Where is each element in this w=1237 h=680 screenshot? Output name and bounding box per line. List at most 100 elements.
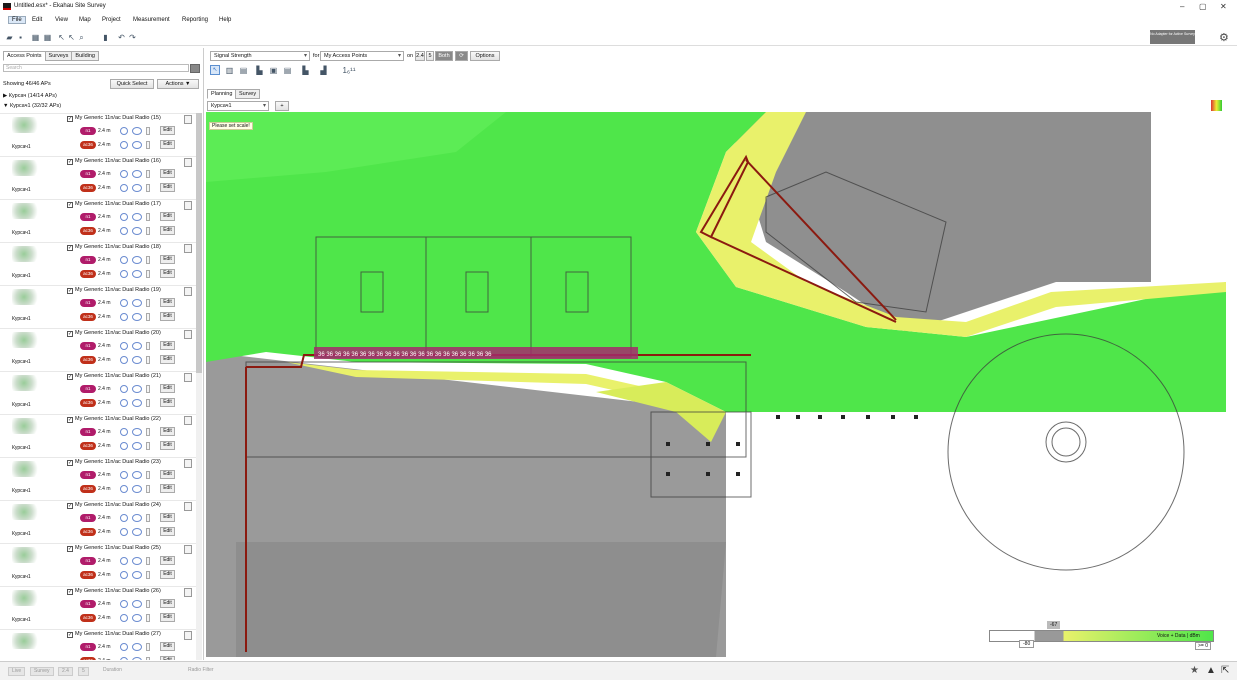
chart-icon[interactable]: ▮ <box>101 33 110 42</box>
select-tool-icon[interactable]: ↖ <box>210 65 220 75</box>
edit-button[interactable]: Edit <box>160 312 175 321</box>
radio-channel-badge[interactable]: n1 <box>80 514 96 522</box>
radio-channel-badge[interactable]: ac36 <box>80 184 96 192</box>
import-icon[interactable]: ▦ <box>31 33 40 42</box>
band-24-button[interactable]: 2.4 <box>415 51 425 61</box>
edit-button[interactable]: Edit <box>160 527 175 536</box>
left-scrollbar[interactable] <box>196 113 202 660</box>
radio-channel-badge[interactable]: n1 <box>80 127 96 135</box>
radio-channel-badge[interactable]: n1 <box>80 299 96 307</box>
access-point-item[interactable]: Курсач1 ✓ My Generic 11n/ac Dual Radio (15… <box>0 113 196 155</box>
ap-notes-icon[interactable] <box>184 502 192 511</box>
radio-channel-badge[interactable]: n1 <box>80 471 96 479</box>
ap-visible-checkbox[interactable]: ✓ <box>67 589 73 595</box>
group-kursach1[interactable]: ▼ Курсач1 (32/32 APs) <box>3 103 61 109</box>
zoom-out-icon[interactable]: ↖ <box>67 33 76 42</box>
wall-tool-icon[interactable]: ▥ <box>225 66 234 75</box>
radio-channel-badge[interactable]: n1 <box>80 256 96 264</box>
ap-visible-checkbox[interactable]: ✓ <box>67 331 73 337</box>
ap-tool-icon[interactable]: ▣ <box>269 66 278 75</box>
ap-visible-checkbox[interactable]: ✓ <box>67 202 73 208</box>
ap-visible-checkbox[interactable]: ✓ <box>67 374 73 380</box>
radio-channel-badge[interactable]: ac36 <box>80 270 96 278</box>
ap-notes-icon[interactable] <box>184 631 192 640</box>
measure-tool-icon[interactable]: ▙ <box>301 66 310 75</box>
undo-icon[interactable]: ↶ <box>117 33 126 42</box>
ap-notes-icon[interactable] <box>184 588 192 597</box>
ap-visible-checkbox[interactable]: ✓ <box>67 159 73 165</box>
access-point-item[interactable]: Курсач1 ✓ My Generic 11n/ac Dual Radio (25… <box>0 543 196 585</box>
area-tool-icon[interactable]: ▤ <box>239 66 248 75</box>
access-point-item[interactable]: Курсач1 ✓ My Generic 11n/ac Dual Radio (18… <box>0 242 196 284</box>
edit-button[interactable]: Edit <box>160 355 175 364</box>
ap-visible-checkbox[interactable]: ✓ <box>67 116 73 122</box>
menu-file[interactable]: File <box>8 16 26 24</box>
chart-icon[interactable] <box>1211 100 1222 111</box>
radio-channel-badge[interactable]: n1 <box>80 342 96 350</box>
status-24[interactable]: 2.4 <box>58 667 73 676</box>
group-kursach[interactable]: ▶ Курсач (14/14 APs) <box>3 93 57 99</box>
band-5-button[interactable]: 5 <box>426 51 434 61</box>
edit-button[interactable]: Edit <box>160 269 175 278</box>
ap-notes-icon[interactable] <box>184 459 192 468</box>
ap-notes-icon[interactable] <box>184 330 192 339</box>
edit-button[interactable]: Edit <box>160 642 175 651</box>
ap-visible-checkbox[interactable]: ✓ <box>67 632 73 638</box>
radio-channel-badge[interactable]: ac36 <box>80 227 96 235</box>
attenuation-tool-icon[interactable]: ▙ <box>255 66 264 75</box>
quick-select-button[interactable]: Quick Select <box>110 79 154 89</box>
ap-visible-checkbox[interactable]: ✓ <box>67 245 73 251</box>
zoom-in-icon[interactable]: ↖ <box>57 33 66 42</box>
radio-channel-badge[interactable]: n1 <box>80 385 96 393</box>
view-select[interactable]: Signal Strength <box>210 51 310 61</box>
menu-measurement[interactable]: Measurement <box>133 17 170 23</box>
add-floor-button[interactable]: + <box>275 101 289 111</box>
tab-planning[interactable]: Planning <box>207 89 237 99</box>
ap-notes-icon[interactable] <box>184 115 192 124</box>
edit-button[interactable]: Edit <box>160 441 175 450</box>
tab-access-points[interactable]: Access Points <box>3 51 46 61</box>
menu-project[interactable]: Project <box>102 17 121 23</box>
radio-channel-badge[interactable]: ac36 <box>80 614 96 622</box>
menu-map[interactable]: Map <box>79 17 91 23</box>
status-5[interactable]: 5 <box>78 667 89 676</box>
ap-notes-icon[interactable] <box>184 416 192 425</box>
open-icon[interactable]: ▰ <box>5 33 14 42</box>
radio-channel-badge[interactable]: ac36 <box>80 313 96 321</box>
ap-notes-icon[interactable] <box>184 244 192 253</box>
map-canvas[interactable]: 36 36 36 36 36 36 36 36 36 36 36 36 36 3… <box>206 112 1226 657</box>
edit-button[interactable]: Edit <box>160 513 175 522</box>
star-icon[interactable]: ★ <box>1190 665 1199 676</box>
edit-button[interactable]: Edit <box>160 613 175 622</box>
edit-button[interactable]: Edit <box>160 384 175 393</box>
access-point-item[interactable]: Курсач1✓My Generic 11n/ac Dual Radio (27… <box>0 629 196 660</box>
radio-channel-badge[interactable]: n1 <box>80 557 96 565</box>
external-link-icon[interactable]: ⇱ <box>1221 665 1229 676</box>
edit-button[interactable]: Edit <box>160 298 175 307</box>
options-button[interactable]: Options <box>470 51 500 61</box>
menu-reporting[interactable]: Reporting <box>182 17 208 23</box>
edit-button[interactable]: Edit <box>160 140 175 149</box>
radio-channel-badge[interactable]: n1 <box>80 428 96 436</box>
band-both-button[interactable]: Both <box>435 51 453 61</box>
actions-button[interactable]: Actions ▼ <box>157 79 199 89</box>
edit-button[interactable]: Edit <box>160 599 175 608</box>
tab-building[interactable]: Building <box>71 51 99 61</box>
access-point-item[interactable]: Курсач1 ✓ My Generic 11n/ac Dual Radio (16… <box>0 156 196 198</box>
access-point-item[interactable]: Курсач1 ✓ My Generic 11n/ac Dual Radio (23… <box>0 457 196 499</box>
access-point-item[interactable]: Курсач1 ✓ My Generic 11n/ac Dual Radio (21… <box>0 371 196 413</box>
ap-visible-checkbox[interactable]: ✓ <box>67 460 73 466</box>
legend-max[interactable]: >= 0 <box>1195 642 1212 650</box>
edit-button[interactable]: Edit <box>160 656 175 660</box>
floor-select[interactable]: Курсач1 <box>207 101 269 111</box>
radio-channel-badge[interactable]: n1 <box>80 213 96 221</box>
gear-icon[interactable]: ⚙ <box>1219 31 1229 44</box>
edit-button[interactable]: Edit <box>160 570 175 579</box>
edit-button[interactable]: Edit <box>160 484 175 493</box>
ap-notes-icon[interactable] <box>184 287 192 296</box>
access-point-item[interactable]: Курсач1 ✓ My Generic 11n/ac Dual Radio (22… <box>0 414 196 456</box>
search-input[interactable]: Search <box>3 64 189 72</box>
ap-visible-checkbox[interactable]: ✓ <box>67 546 73 552</box>
save-icon[interactable]: ▪ <box>16 33 25 42</box>
menu-view[interactable]: View <box>55 17 68 23</box>
